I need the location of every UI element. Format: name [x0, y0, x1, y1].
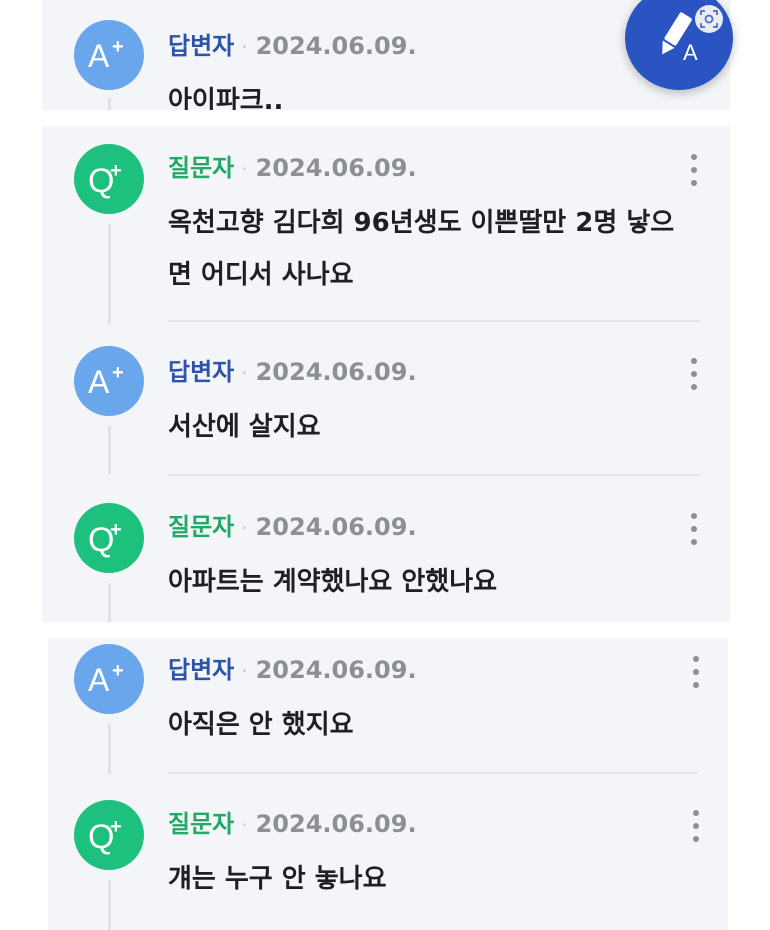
svg-text:+: +	[110, 816, 122, 838]
comment-text: 아직은 안 했지요	[168, 710, 354, 740]
comment-block-3: A + 답변자 · 2024.06.09. 아직은 안 했지요 Q + 질문자 · 2024…	[48, 638, 728, 930]
comment-text: 서산에 살지요	[168, 412, 321, 442]
svg-text:A: A	[88, 38, 110, 74]
svg-text:+: +	[110, 160, 122, 182]
questioner-label: 질문자 · 2024.06.09.	[168, 810, 417, 838]
svg-text:A: A	[683, 40, 698, 65]
comment-block-2: Q + 질문자 · 2024.06.09. 옥천고향 김다희 96년생도 이쁜딸만 2…	[42, 126, 730, 622]
comment-date: 2024.06.09.	[255, 656, 417, 684]
more-vertical-icon	[691, 358, 697, 364]
questioner-avatar: Q +	[74, 144, 144, 214]
comment-date: 2024.06.09.	[255, 32, 417, 60]
answerer-label: 답변자 · 2024.06.09.	[168, 656, 417, 684]
answerer-avatar: A +	[74, 644, 144, 714]
answerer-a-plus-icon: A +	[88, 36, 124, 74]
comment-text: 옥천고향 김다희 96년생도 이쁜딸만 2명 낳으면 어디서 사나요	[168, 208, 675, 290]
questioner-avatar: Q +	[74, 800, 144, 870]
answerer-avatar: A +	[74, 20, 144, 90]
svg-text:+: +	[110, 519, 122, 541]
comment-text: 아이파크..	[168, 86, 284, 110]
divider	[168, 474, 700, 476]
answerer-a-plus-icon: A +	[88, 362, 124, 400]
answerer-a-plus-icon: A +	[88, 660, 124, 698]
questioner-label: 질문자 · 2024.06.09.	[168, 513, 417, 541]
comment-date: 2024.06.09.	[255, 358, 417, 386]
questioner-label: 질문자 · 2024.06.09.	[168, 154, 417, 182]
questioner-q-plus-icon: Q+	[88, 160, 122, 199]
more-menu-button[interactable]	[684, 810, 708, 842]
thread-line	[108, 724, 111, 774]
more-vertical-icon	[693, 810, 699, 816]
image-search-icon	[700, 10, 718, 28]
image-search-button[interactable]	[695, 5, 723, 33]
questioner-q-plus-icon: Q+	[88, 816, 122, 855]
questioner-q-plus-icon: Q+	[88, 519, 122, 558]
comment-date: 2024.06.09.	[255, 810, 417, 838]
more-menu-button[interactable]	[682, 154, 706, 186]
divider	[168, 320, 700, 322]
more-vertical-icon	[691, 513, 697, 519]
answerer-avatar: A +	[74, 346, 144, 416]
svg-text:+: +	[112, 660, 124, 682]
answerer-label: 답변자 · 2024.06.09.	[168, 358, 417, 386]
thread-line	[108, 426, 111, 474]
thread-line	[108, 98, 111, 110]
comment-date: 2024.06.09.	[255, 154, 417, 182]
thread-line	[108, 583, 111, 622]
comment-date: 2024.06.09.	[255, 513, 417, 541]
comment-text: 아파트는 계약했나요 안했나요	[168, 567, 498, 597]
svg-text:+: +	[112, 362, 124, 384]
comment-text: 걔는 누구 안 놓나요	[168, 864, 387, 894]
questioner-avatar: Q +	[74, 503, 144, 573]
more-menu-button[interactable]	[684, 656, 708, 688]
more-vertical-icon	[691, 154, 697, 160]
divider	[168, 772, 698, 774]
more-vertical-icon	[693, 656, 699, 662]
more-menu-button[interactable]	[682, 513, 706, 545]
svg-text:A: A	[88, 662, 110, 698]
thread-line	[108, 880, 111, 930]
svg-text:A: A	[88, 364, 110, 400]
svg-text:+: +	[112, 36, 124, 58]
answerer-label: 답변자 · 2024.06.09.	[168, 32, 417, 60]
thread-line	[108, 224, 111, 324]
more-menu-button[interactable]	[682, 358, 706, 390]
